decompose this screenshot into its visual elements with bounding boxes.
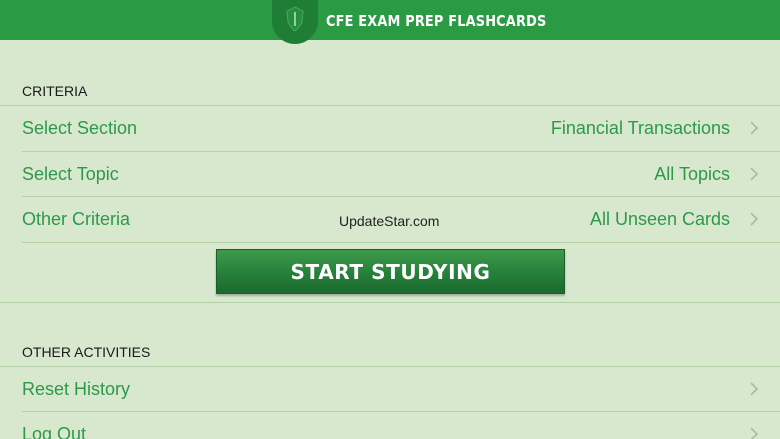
divider: [0, 302, 780, 303]
start-studying-label: START STUDYING: [290, 259, 491, 284]
app-header: CFE EXAM PREP FLASHCARDS: [0, 0, 780, 44]
chevron-right-icon: [750, 121, 759, 135]
chevron-right-icon: [750, 382, 759, 396]
chevron-right-icon: [750, 212, 759, 226]
other-activities-heading: OTHER ACTIVITIES: [22, 344, 151, 360]
shield-logo-icon: [286, 6, 304, 32]
app-logo: [272, 0, 318, 44]
divider: [22, 242, 780, 243]
row-label: Other Criteria: [22, 209, 131, 229]
row-value: All Unseen Cards: [589, 209, 730, 229]
select-section-row[interactable]: Select Section Financial Transactions: [0, 106, 780, 151]
log-out-row[interactable]: Log Out: [0, 412, 780, 439]
watermark-text: UpdateStar.com: [339, 213, 440, 229]
app-title: CFE EXAM PREP FLASHCARDS: [326, 12, 547, 30]
row-label: Select Topic: [22, 164, 119, 184]
row-value: Financial Transactions: [550, 118, 730, 138]
select-topic-row[interactable]: Select Topic All Topics: [0, 152, 780, 197]
row-label: Reset History: [22, 379, 131, 399]
row-value: All Topics: [654, 164, 730, 184]
chevron-right-icon: [750, 427, 759, 439]
row-label: Log Out: [22, 424, 87, 439]
start-studying-button[interactable]: START STUDYING: [216, 249, 565, 294]
row-label: Select Section: [22, 118, 138, 138]
reset-history-row[interactable]: Reset History: [0, 367, 780, 412]
chevron-right-icon: [750, 167, 759, 181]
criteria-heading: CRITERIA: [22, 83, 88, 99]
